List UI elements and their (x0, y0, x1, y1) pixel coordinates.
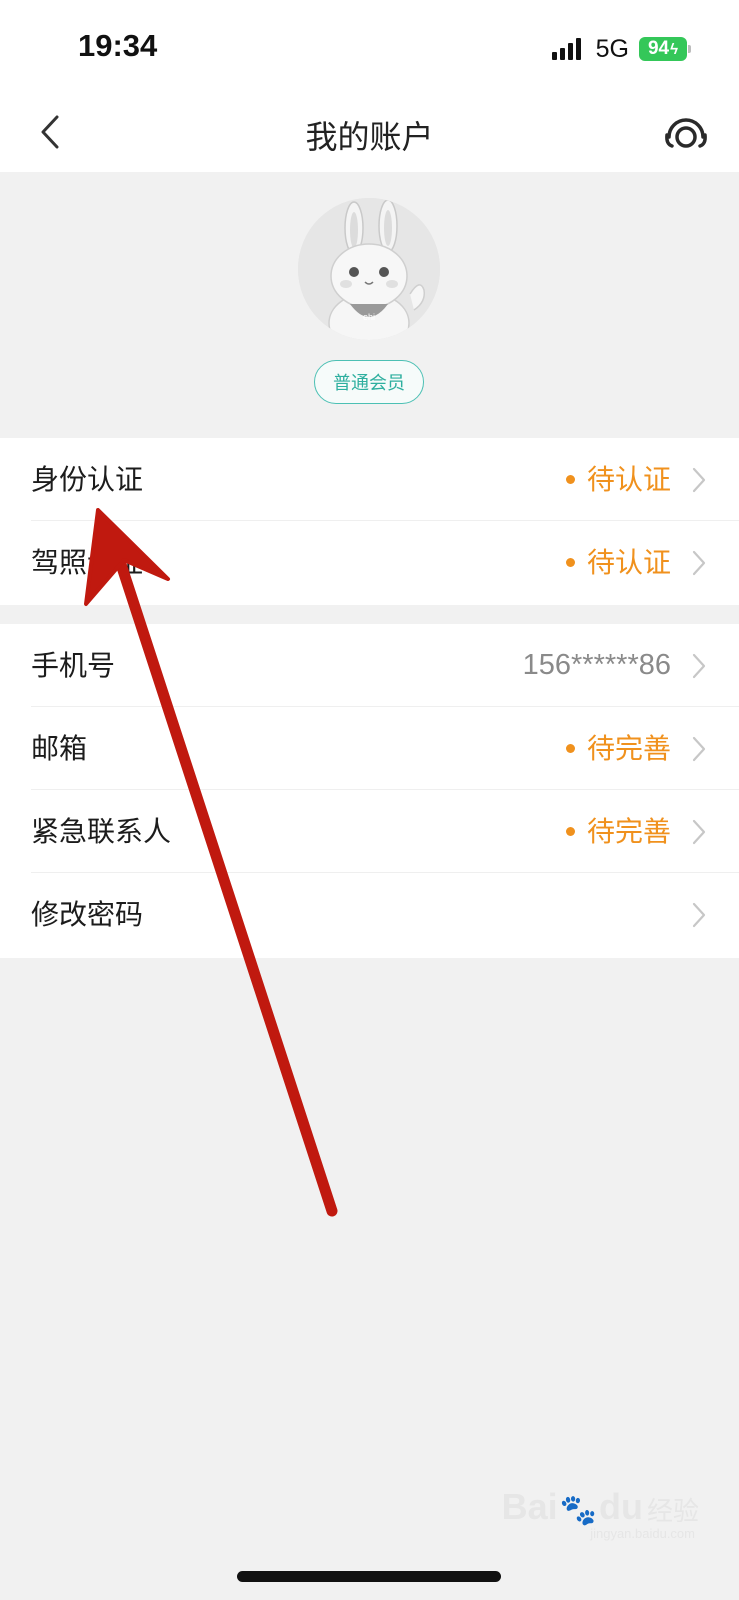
chevron-right-icon (692, 467, 706, 493)
status-indicators: 5G 94 ϟ (551, 34, 691, 64)
change-password-row[interactable]: 修改密码 (0, 873, 739, 956)
status-text: 待完善 (586, 815, 671, 848)
row-status: 待认证 (565, 438, 671, 521)
status-text: 待完善 (586, 732, 671, 765)
chevron-right-icon (692, 902, 706, 928)
row-label: 修改密码 (31, 898, 144, 931)
row-status: 待完善 (565, 790, 671, 873)
chevron-right-icon (692, 653, 706, 679)
phone-number: 156******86 (522, 649, 671, 681)
row-label: 身份认证 (31, 463, 144, 496)
page-title: 我的账户 (305, 118, 434, 156)
chevron-right-icon (692, 550, 706, 576)
paw-icon: 🐾 (559, 1494, 597, 1527)
headset-icon (665, 118, 707, 148)
member-level-badge[interactable]: 普通会员 (314, 360, 424, 404)
emergency-contact-row[interactable]: 紧急联系人 待完善 (0, 790, 739, 873)
battery-icon: 94 ϟ (639, 37, 691, 61)
home-indicator[interactable] (237, 1571, 501, 1582)
row-status: 待认证 (565, 521, 671, 604)
status-text: 待认证 (586, 546, 671, 579)
watermark-url: jingyan.baidu.com (590, 1526, 695, 1541)
row-label: 手机号 (31, 649, 116, 682)
nav-bar: 我的账户 (0, 92, 739, 172)
rabbit-avatar-icon: ehi (298, 198, 440, 340)
identity-verification-row[interactable]: 身份认证 待认证 (0, 438, 739, 521)
customer-service-button[interactable] (661, 108, 711, 156)
phone-row[interactable]: 手机号 156******86 (0, 624, 739, 707)
status-dot-icon (565, 475, 575, 484)
account-settings-list: 手机号 156******86 邮箱 待完善 紧急联系人 待完善 修改密码 (0, 624, 739, 958)
verification-list: 身份认证 待认证 驾照认证 待认证 (0, 438, 739, 605)
baidu-watermark: Bai 🐾 du 经验 (501, 1486, 699, 1527)
status-bar: 19:34 5G 94 ϟ (0, 0, 739, 92)
battery-level: 94 (647, 38, 670, 59)
status-time: 19:34 (78, 28, 158, 63)
license-verification-row[interactable]: 驾照认证 待认证 (0, 521, 739, 604)
signal-icon (551, 38, 584, 60)
row-label: 紧急联系人 (31, 815, 172, 848)
row-label: 驾照认证 (31, 546, 144, 579)
email-row[interactable]: 邮箱 待完善 (0, 707, 739, 790)
status-text: 待认证 (586, 463, 671, 496)
status-dot-icon (565, 558, 575, 567)
status-dot-icon (565, 744, 575, 753)
network-type: 5G (595, 34, 629, 63)
row-status: 待完善 (565, 707, 671, 790)
profile-section: ehi 普通会员 (0, 172, 739, 438)
status-dot-icon (565, 827, 575, 836)
row-label: 邮箱 (31, 732, 88, 765)
chevron-right-icon (692, 736, 706, 762)
chevron-right-icon (692, 819, 706, 845)
avatar[interactable]: ehi (298, 198, 440, 340)
svg-text:ehi: ehi (363, 312, 375, 322)
